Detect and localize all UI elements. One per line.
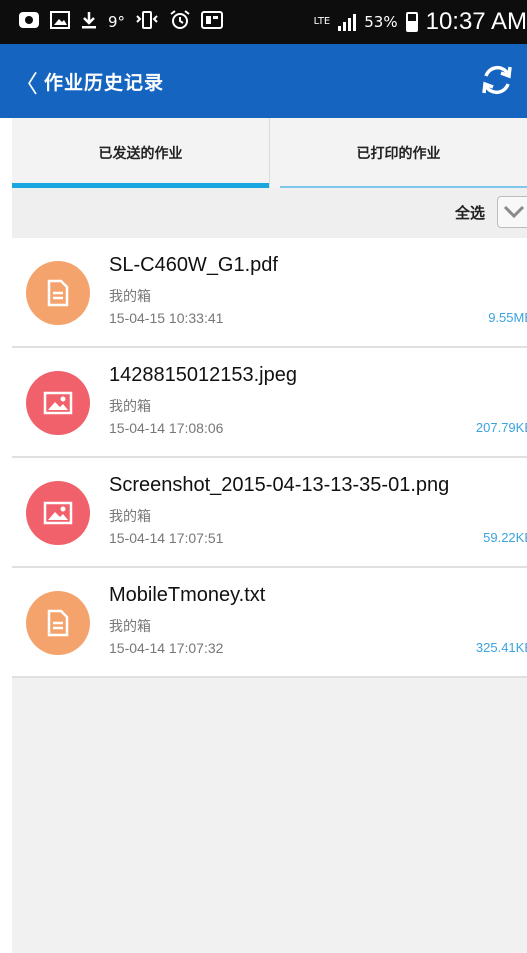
- job-list: SL-C460W_G1.pdf 我的箱 15-04-15 10:33:41 9.…: [12, 238, 527, 678]
- app-bar: 〈 作业历史记录: [0, 44, 527, 118]
- job-file-name: Screenshot_2015-04-13-13-35-01.png: [109, 474, 450, 496]
- job-size: 325.41KB: [475, 640, 527, 655]
- signal-icon: [338, 13, 357, 31]
- job-file-name: 1428815012153.jpeg: [109, 364, 297, 386]
- download-icon: [80, 10, 98, 35]
- job-size: 59.22KB: [483, 530, 527, 545]
- job-size: 207.79KB: [475, 420, 527, 435]
- temperature-icon: 9°: [108, 13, 126, 31]
- tab-bar: 已发送的作业 已打印的作业: [12, 118, 527, 188]
- job-file-name: SL-C460W_G1.pdf: [109, 254, 278, 276]
- document-icon: [26, 261, 90, 325]
- image-icon: [26, 371, 90, 435]
- job-date: 15-04-14 17:07:32: [109, 640, 224, 656]
- clock: 10:37 AM: [425, 8, 527, 35]
- vibrate-icon: [135, 10, 159, 35]
- empty-area: [12, 682, 527, 953]
- page-title: 作业历史记录: [44, 71, 165, 94]
- job-row[interactable]: MobileTmoney.txt 我的箱 15-04-14 17:07:32 3…: [12, 568, 527, 678]
- job-row[interactable]: 1428815012153.jpeg 我的箱 15-04-14 17:08:06…: [12, 348, 527, 458]
- gallery-icon: [50, 10, 70, 35]
- job-location: 我的箱: [109, 289, 151, 305]
- back-button[interactable]: 〈: [0, 64, 44, 99]
- job-date: 15-04-15 10:33:41: [109, 310, 224, 326]
- job-date: 15-04-14 17:07:51: [109, 530, 224, 546]
- select-all-checkbox[interactable]: [497, 196, 527, 228]
- battery-icon: [405, 12, 418, 32]
- select-all-label[interactable]: 全选: [455, 202, 485, 223]
- image-icon: [26, 481, 90, 545]
- document-icon: [26, 591, 90, 655]
- select-all-bar: 全选: [12, 188, 527, 239]
- job-location: 我的箱: [109, 509, 151, 525]
- status-bar: 9° LTE 53% 10:37 AM: [0, 0, 527, 44]
- alarm-icon: [169, 9, 191, 36]
- job-location: 我的箱: [109, 619, 151, 635]
- refresh-icon[interactable]: [477, 60, 517, 100]
- job-row[interactable]: Screenshot_2015-04-13-13-35-01.png 我的箱 1…: [12, 458, 527, 568]
- status-bar-right: LTE 53% 10:37 AM: [314, 0, 527, 44]
- job-row[interactable]: SL-C460W_G1.pdf 我的箱 15-04-15 10:33:41 9.…: [12, 238, 527, 348]
- network-type: LTE: [313, 16, 331, 27]
- job-location: 我的箱: [109, 399, 151, 415]
- battery-percent: 53%: [364, 13, 398, 31]
- tab-printed-jobs[interactable]: 已打印的作业: [269, 118, 527, 188]
- tab-sent-jobs[interactable]: 已发送的作业: [12, 118, 269, 188]
- nfc-icon: [201, 10, 224, 35]
- chevron-down-icon: [503, 205, 525, 219]
- job-size: 9.55MB: [488, 310, 527, 325]
- app-icon: [18, 9, 40, 36]
- notification-icons: 9°: [0, 9, 224, 36]
- job-file-name: MobileTmoney.txt: [109, 584, 266, 606]
- job-date: 15-04-14 17:08:06: [109, 420, 224, 436]
